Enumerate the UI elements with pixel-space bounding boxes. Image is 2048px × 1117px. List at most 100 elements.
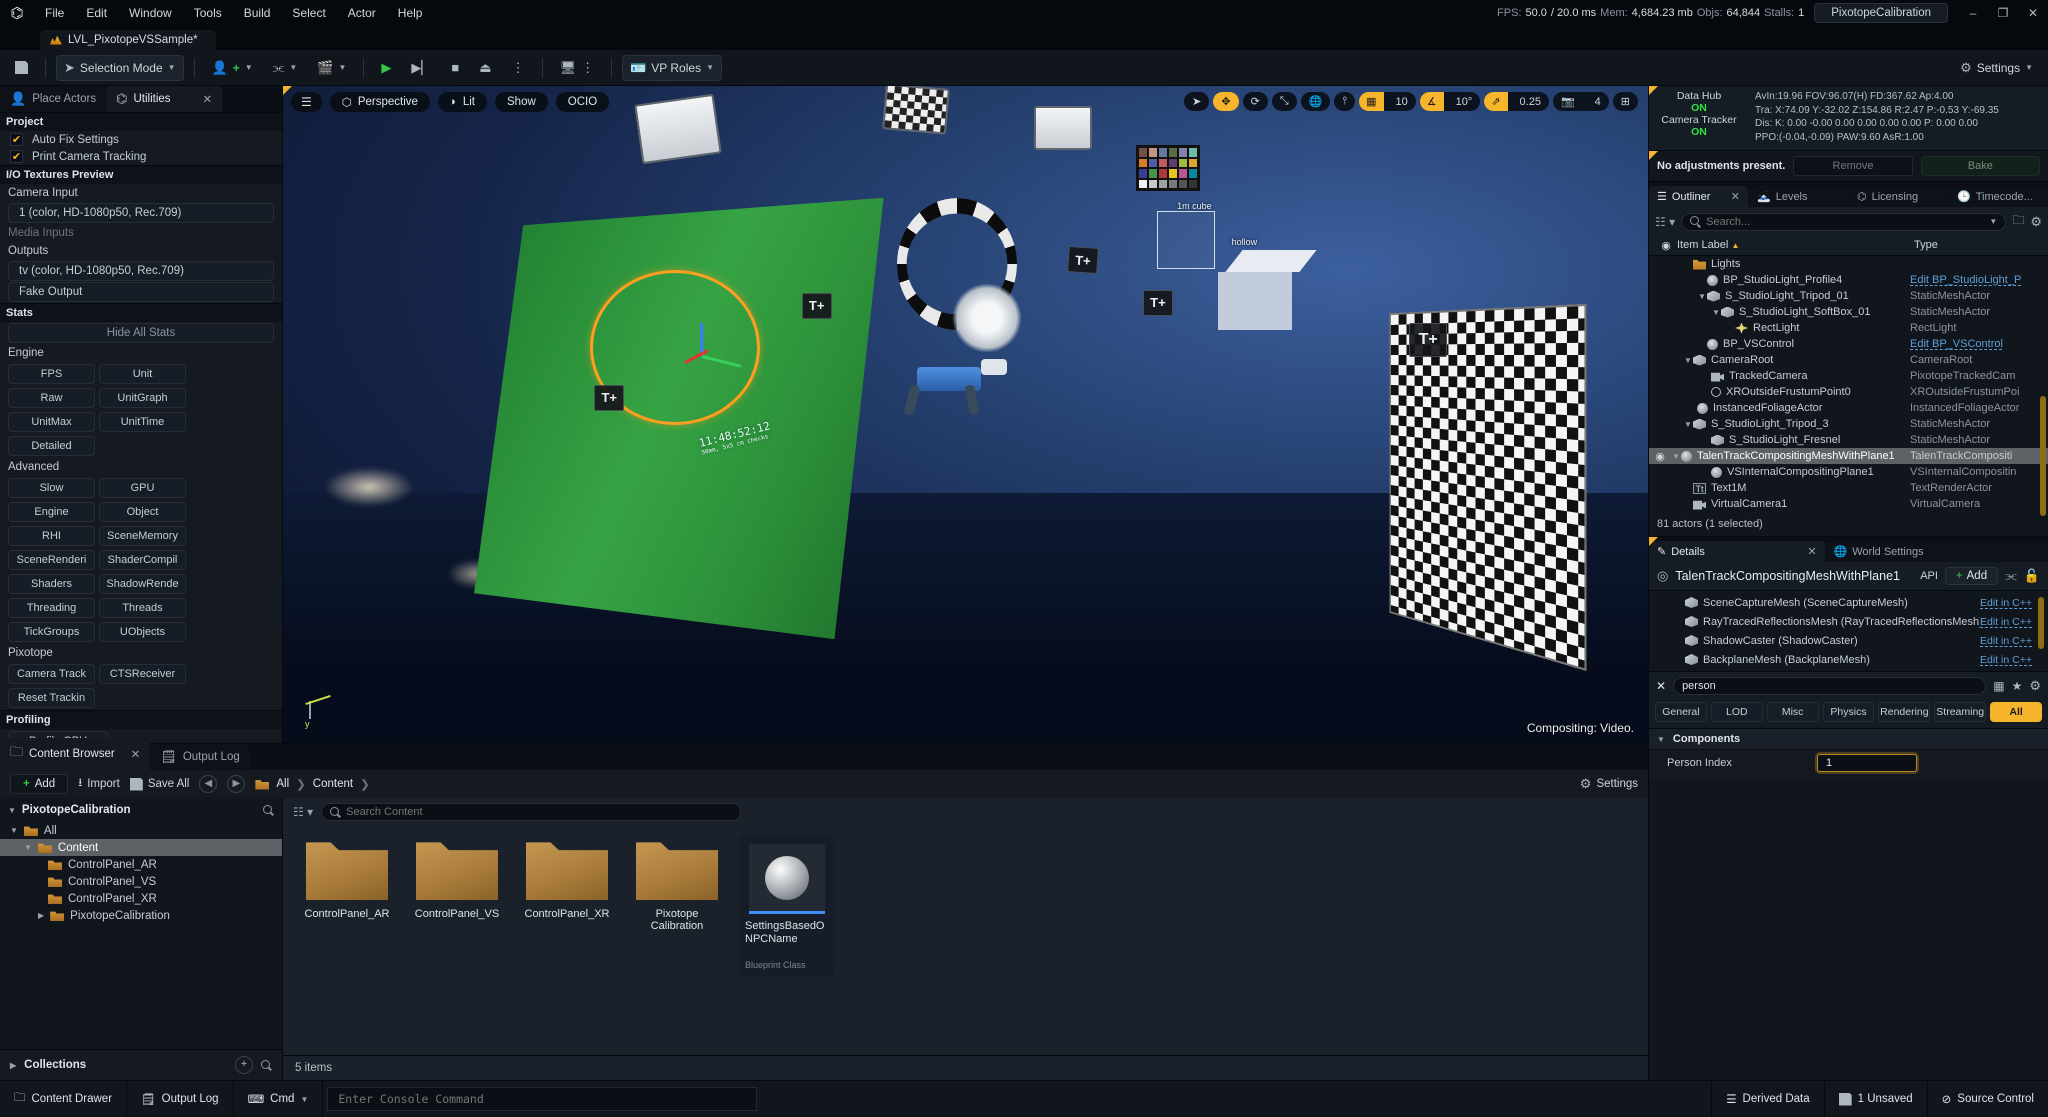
add-collection-icon[interactable]: + [235,1056,253,1074]
stat-shadercompiling-button[interactable]: ShaderCompil [99,550,186,570]
close-icon[interactable]: ✕ [203,92,213,106]
outliner-row[interactable]: ▼CameraRootCameraRoot [1649,352,2048,368]
tree-item-controlpanel-xr[interactable]: ControlPanel_XR [0,890,282,907]
stat-rhi-button[interactable]: RHI [8,526,95,546]
details-scrollbar[interactable] [2038,597,2044,649]
component-row[interactable]: SceneCaptureMesh (SceneCaptureMesh)Edit … [1649,593,2048,612]
menu-edit[interactable]: Edit [75,0,118,26]
eye-icon[interactable]: ◉ [1649,450,1671,463]
components-section-header[interactable]: ▼ Components [1649,728,2048,749]
collections-bar[interactable]: ▶ Collections + [0,1049,282,1080]
section-profiling[interactable]: Profiling [0,710,282,729]
gear-icon[interactable]: ⚙ [2029,678,2041,694]
play-options-button[interactable]: ⋮ [505,56,532,80]
level-tab[interactable]: LVL_PixotopeVSSample* [40,30,216,50]
blueprints-button[interactable]: ⫘▼ [266,56,305,80]
tab-place-actors[interactable]: 👤 Place Actors [0,86,106,112]
console-command-bar[interactable] [327,1087,757,1111]
output-log-button[interactable]: 🗒 Output Log [127,1081,234,1117]
expand-arrow-icon[interactable]: ▼ [1697,292,1707,301]
stat-unitmax-button[interactable]: UnitMax [8,412,95,432]
edit-in-cpp-link[interactable]: Edit in C++ [1980,654,2032,666]
outliner-row[interactable]: ▼S_StudioLight_Tripod_3StaticMeshActor [1649,416,2048,432]
tab-licensing[interactable]: ⌬Licensing [1849,186,1948,207]
outliner-row[interactable]: TtText1MTextRenderActor [1649,480,2048,496]
ocio-dropdown[interactable]: OCIO [556,92,609,112]
component-row[interactable]: ShadowCaster (ShadowCaster)Edit in C++ [1649,631,2048,650]
maximize-button[interactable]: ❐ [1988,6,2018,20]
filter-rendering[interactable]: Rendering [1878,702,1930,722]
save-button[interactable] [8,57,35,78]
grid-snap-value[interactable]: 10 [1388,93,1416,111]
cmd-dropdown[interactable]: ⌨ Cmd ▼ [234,1081,324,1117]
menu-build[interactable]: Build [233,0,282,26]
maximize-viewport-button[interactable]: ⊞ [1613,92,1638,111]
stat-threads-button[interactable]: Threads [99,598,186,618]
scale-tool-button[interactable]: ⤡ [1272,92,1297,111]
filter-all[interactable]: All [1990,702,2042,722]
outliner-scrollbar[interactable] [2040,396,2046,516]
tab-world-settings[interactable]: 🌐World Settings [1826,541,2048,562]
stat-scenerendering-button[interactable]: SceneRenderi [8,550,95,570]
angle-snap-control[interactable]: ∡10° [1420,92,1481,111]
outliner-row[interactable]: VirtualCamera1VirtualCamera [1649,496,2048,512]
stat-shaders-button[interactable]: Shaders [8,574,95,594]
content-drawer-button[interactable]: 🗀 Content Drawer [0,1081,127,1117]
tab-outliner[interactable]: ☰Outliner✕ [1649,186,1748,207]
minimize-button[interactable]: – [1958,6,1988,20]
stat-detailed-button[interactable]: Detailed [8,436,95,456]
outliner-row[interactable]: InstancedFoliageActorInstancedFoliageAct… [1649,400,2048,416]
outliner-row[interactable]: ▼S_StudioLight_Tripod_01StaticMeshActor [1649,288,2048,304]
angle-snap-value[interactable]: 10° [1448,93,1481,111]
bake-button[interactable]: Bake [1921,156,2040,176]
favorites-icon[interactable]: ★ [2012,679,2023,693]
menu-actor[interactable]: Actor [337,0,387,26]
tab-output-log[interactable]: 🗒 Output Log [150,744,249,770]
menu-file[interactable]: File [34,0,75,26]
search-icon[interactable] [261,1060,272,1071]
filter-icon[interactable]: ☷ ▾ [293,805,313,819]
filter-icon[interactable]: ☷ ▾ [1655,215,1675,229]
rotate-tool-button[interactable]: ⟳ [1243,92,1268,111]
platforms-button[interactable]: 🖥⋮ [553,56,602,80]
api-button[interactable]: API [1920,570,1938,582]
editor-settings-dropdown[interactable]: ⚙ Settings ▼ [1953,56,2040,80]
menu-select[interactable]: Select [281,0,336,26]
stat-engine-button[interactable]: Engine [8,502,95,522]
outliner-row[interactable]: BP_VSControlEdit BP_VSControl [1649,336,2048,352]
close-icon[interactable]: ✕ [1731,190,1740,203]
tree-item-content[interactable]: ▼Content [0,839,282,856]
clear-search-icon[interactable]: ✕ [1656,679,1666,693]
content-settings-button[interactable]: ⚙ Settings [1580,776,1638,792]
import-button[interactable]: ⭳Import [78,775,120,794]
select-tool-button[interactable]: ➤ [1184,92,1209,111]
scale-snap-control[interactable]: ⇗0.25 [1484,92,1549,111]
derived-data-button[interactable]: ☰ Derived Data [1711,1081,1824,1117]
person-index-input[interactable] [1817,754,1917,772]
stat-ctsreceiver-button[interactable]: CTSReceiver [99,664,186,684]
close-button[interactable]: ✕ [2018,6,2048,20]
edit-in-cpp-link[interactable]: Edit in C++ [1980,635,2032,647]
stat-object-button[interactable]: Object [99,502,186,522]
eye-icon[interactable]: ◉ [1655,239,1677,252]
blueprint-edit-icon[interactable]: ⫘ [2005,568,2017,584]
details-search[interactable] [1673,677,1986,695]
stat-uobjects-button[interactable]: UObjects [99,622,186,642]
lit-dropdown[interactable]: ◗Lit [438,92,487,112]
tab-details[interactable]: ✎Details✕ [1649,541,1825,562]
outliner-row[interactable]: TrackedCameraPixotopeTrackedCam [1649,368,2048,384]
close-icon[interactable]: ✕ [1807,545,1816,558]
tab-utilities[interactable]: ⌬ Utilities ✕ [106,86,222,112]
section-stats[interactable]: Stats [0,303,282,322]
stat-unitgraph-button[interactable]: UnitGraph [99,388,186,408]
tree-item-pixotopecalibration[interactable]: ▶PixotopeCalibration [0,907,282,924]
tree-item-all[interactable]: ▼All [0,822,282,839]
folder-tile-controlpanel-xr[interactable]: ControlPanel_XR [519,836,615,920]
camera-speed-value[interactable]: 4 [1587,93,1609,111]
save-all-button[interactable]: Save All [130,778,190,791]
expand-arrow-icon[interactable]: ▼ [1683,356,1693,365]
stop-button[interactable]: ■ [444,56,466,79]
section-io-textures[interactable]: I/O Textures Preview [0,165,282,184]
vp-roles-dropdown[interactable]: 🪪 VP Roles ▼ [622,55,722,81]
asset-search[interactable] [321,803,741,821]
